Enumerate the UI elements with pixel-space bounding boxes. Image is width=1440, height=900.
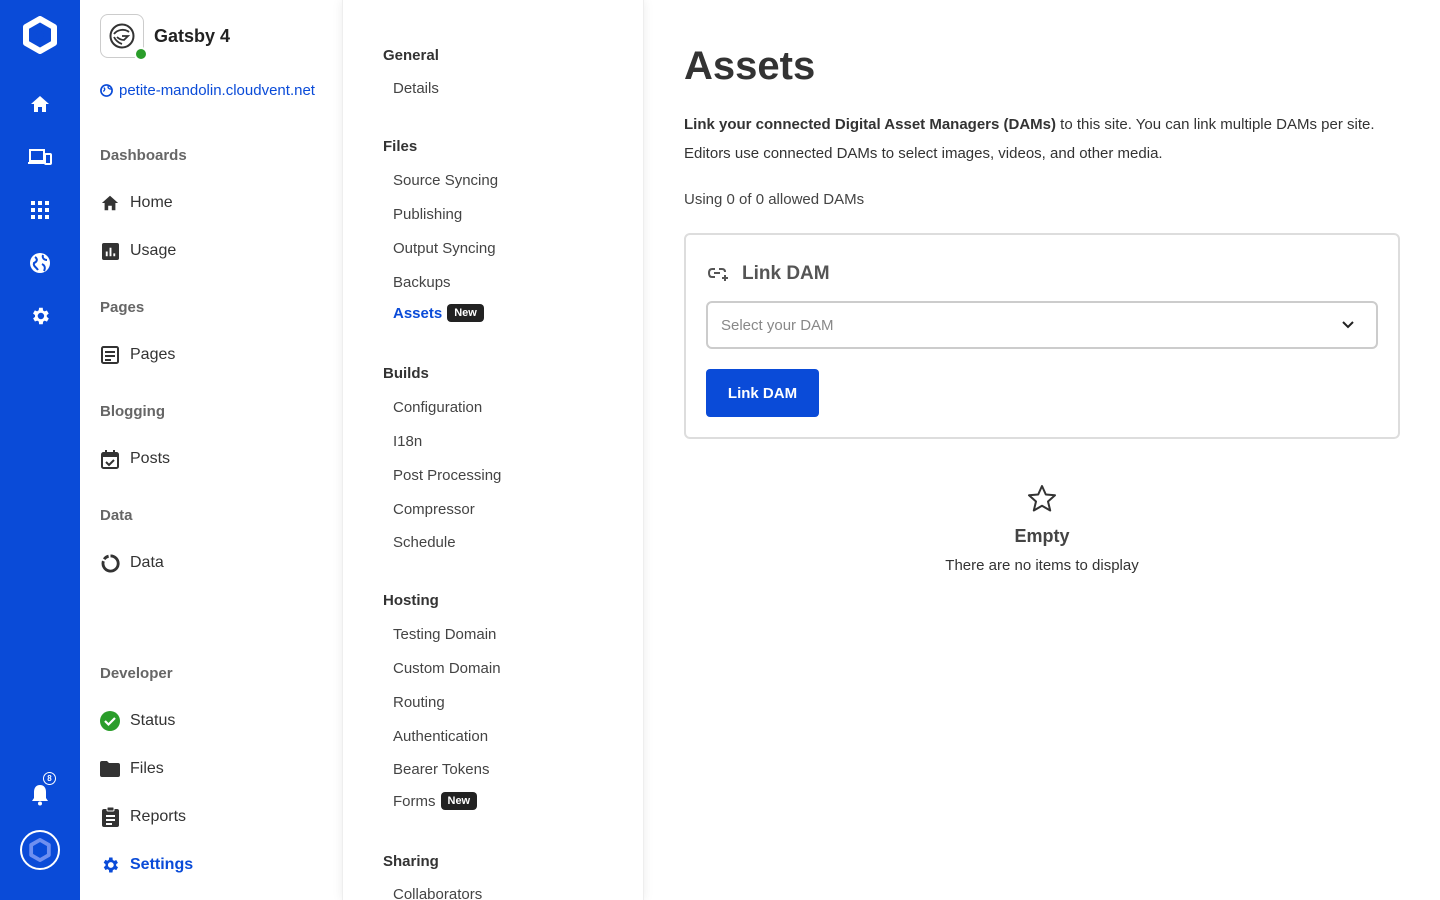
settings-item-i18n[interactable]: I18n xyxy=(393,433,422,450)
empty-subtitle: There are no items to display xyxy=(945,557,1139,574)
data-donut-icon xyxy=(100,553,120,573)
sidebar-item-status[interactable]: Status xyxy=(100,711,175,731)
empty-state: Empty There are no items to display xyxy=(684,484,1400,574)
site-logo xyxy=(100,14,148,61)
usage-text: Using 0 of 0 allowed DAMs xyxy=(684,191,865,208)
main-content: Assets Link your connected Digital Asset… xyxy=(644,0,1440,900)
user-avatar[interactable] xyxy=(20,830,60,870)
dam-select-placeholder: Select your DAM xyxy=(721,316,834,334)
settings-item-compressor[interactable]: Compressor xyxy=(393,501,475,518)
sidebar-item-settings[interactable]: Settings xyxy=(100,855,193,875)
section-developer: Developer xyxy=(100,665,173,682)
sidebar-item-reports[interactable]: Reports xyxy=(100,807,186,827)
section-blogging: Blogging xyxy=(100,403,165,420)
settings-item-publishing[interactable]: Publishing xyxy=(393,206,462,223)
sidebar-item-usage[interactable]: Usage xyxy=(100,241,176,261)
notifications-bell-icon[interactable]: 8 xyxy=(20,772,60,815)
card-title-text: Link DAM xyxy=(742,263,830,284)
sidebar-item-home[interactable]: Home xyxy=(100,193,173,213)
settings-section-sharing: Sharing xyxy=(383,853,439,870)
settings-item-output-syncing[interactable]: Output Syncing xyxy=(393,240,496,257)
site-header[interactable]: Gatsby 4 xyxy=(100,14,231,61)
site-name: Gatsby 4 xyxy=(154,25,231,46)
sidebar-item-label: Settings xyxy=(130,856,194,873)
site-url-link[interactable]: petite-mandolin.cloudvent.net xyxy=(100,82,320,99)
link-dam-card: Link DAM Select your DAM Link DAM xyxy=(684,233,1400,439)
settings-item-backups[interactable]: Backups xyxy=(393,274,451,291)
settings-section-files: Files xyxy=(383,138,418,155)
settings-item-label: Forms xyxy=(393,792,436,810)
settings-item-details[interactable]: Details xyxy=(393,80,439,97)
folder-icon xyxy=(100,759,120,779)
gear-icon xyxy=(100,855,120,875)
globe-icon[interactable] xyxy=(20,243,60,283)
intro-bold: Link your connected Digital Asset Manage… xyxy=(684,116,1057,133)
check-circle-icon xyxy=(100,711,120,731)
intro-text: Link your connected Digital Asset Manage… xyxy=(684,110,1404,168)
site-status-ok-icon xyxy=(134,47,148,61)
clipboard-icon xyxy=(100,807,120,827)
link-dam-button[interactable]: Link DAM xyxy=(706,369,819,417)
page-title: Assets xyxy=(684,44,816,88)
calendar-check-icon xyxy=(100,449,120,469)
settings-item-bearer-tokens[interactable]: Bearer Tokens xyxy=(393,761,489,778)
gear-icon[interactable] xyxy=(20,296,60,336)
home-icon xyxy=(100,193,120,213)
settings-item-source-syncing[interactable]: Source Syncing xyxy=(393,172,498,189)
section-data: Data xyxy=(100,507,133,524)
star-icon xyxy=(1028,485,1056,512)
notification-count-badge: 8 xyxy=(43,772,56,785)
dam-select[interactable]: Select your DAM xyxy=(706,301,1378,349)
home-icon[interactable] xyxy=(20,84,60,124)
gatsby-logo-icon xyxy=(109,23,135,49)
page-icon xyxy=(100,345,120,365)
settings-item-assets[interactable]: Assets New xyxy=(393,304,484,322)
settings-item-configuration[interactable]: Configuration xyxy=(393,399,482,416)
sidebar-item-label: Status xyxy=(130,712,176,729)
sidebar-item-label: Reports xyxy=(130,808,187,825)
settings-item-label: Assets xyxy=(393,304,443,322)
settings-nav: General Details Files Source Syncing Pub… xyxy=(342,0,644,900)
settings-section-hosting: Hosting xyxy=(383,592,439,609)
app-logo-icon[interactable] xyxy=(20,15,60,55)
settings-item-custom-domain[interactable]: Custom Domain xyxy=(393,660,501,677)
settings-item-collaborators[interactable]: Collaborators xyxy=(393,886,482,900)
sidebar-item-label: Data xyxy=(130,554,164,571)
sidebar-item-label: Files xyxy=(130,760,164,777)
settings-item-testing-domain[interactable]: Testing Domain xyxy=(393,626,496,643)
sidebar-item-files[interactable]: Files xyxy=(100,759,164,779)
site-url-text: petite-mandolin.cloudvent.net xyxy=(119,82,315,99)
sidebar-item-label: Home xyxy=(130,194,173,211)
settings-item-schedule[interactable]: Schedule xyxy=(393,534,456,551)
settings-item-forms[interactable]: Forms New xyxy=(393,792,478,810)
sidebar-item-label: Posts xyxy=(130,450,171,467)
settings-item-routing[interactable]: Routing xyxy=(393,694,445,711)
sidebar-item-pages[interactable]: Pages xyxy=(100,345,175,365)
settings-section-builds: Builds xyxy=(383,365,429,382)
section-pages: Pages xyxy=(100,299,145,316)
settings-section-general: General xyxy=(383,47,439,64)
sidebar-item-data[interactable]: Data xyxy=(100,553,164,573)
globe-link-icon xyxy=(100,84,113,97)
sidebar-item-label: Pages xyxy=(130,346,176,363)
new-badge: New xyxy=(447,304,484,322)
card-title: Link DAM xyxy=(708,263,830,285)
site-sidebar: Gatsby 4 petite-mandolin.cloudvent.net D… xyxy=(80,0,342,900)
link-add-icon xyxy=(708,268,728,281)
sidebar-item-label: Usage xyxy=(130,242,177,259)
settings-item-post-processing[interactable]: Post Processing xyxy=(393,467,501,484)
chart-icon xyxy=(100,241,120,261)
devices-icon[interactable] xyxy=(20,137,60,177)
app-rail: 8 xyxy=(0,0,80,900)
chevron-down-icon xyxy=(1342,321,1354,329)
apps-grid-icon[interactable] xyxy=(20,190,60,230)
settings-item-authentication[interactable]: Authentication xyxy=(393,728,488,745)
sidebar-item-posts[interactable]: Posts xyxy=(100,449,170,469)
empty-title: Empty xyxy=(1014,526,1070,546)
new-badge: New xyxy=(440,792,478,810)
section-dashboards: Dashboards xyxy=(100,147,187,164)
